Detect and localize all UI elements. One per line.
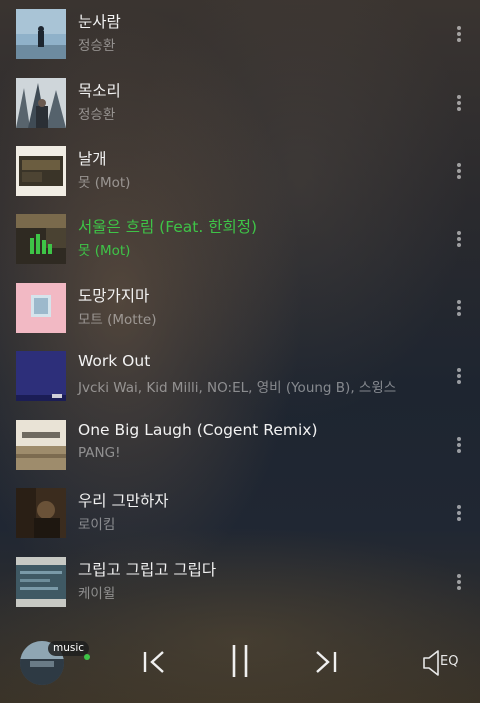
more-vertical-icon[interactable]: [452, 570, 466, 594]
pause-icon[interactable]: [228, 643, 252, 683]
track-title: 도망가지마: [78, 287, 150, 305]
source-badge: music: [48, 641, 90, 656]
track-artist: 모트 (Motte): [78, 312, 157, 328]
track-row[interactable]: 도망가지마 모트 (Motte): [0, 274, 480, 342]
album-art: [16, 78, 66, 128]
track-row[interactable]: 우리 그만하자 로이킴: [0, 479, 480, 547]
album-art: [16, 9, 66, 59]
track-title: 그립고 그립고 그립다: [78, 561, 217, 579]
skip-next-icon[interactable]: [313, 649, 339, 679]
track-title: 목소리: [78, 82, 121, 100]
more-vertical-icon[interactable]: [452, 227, 466, 251]
track-row[interactable]: Work Out Jvcki Wai, Kid Milli, NO:EL, 영비…: [0, 342, 480, 410]
album-art: [16, 214, 66, 264]
more-vertical-icon[interactable]: [452, 22, 466, 46]
track-title: 우리 그만하자: [78, 492, 169, 510]
track-title: One Big Laugh (Cogent Remix): [78, 421, 318, 439]
album-art: [16, 283, 66, 333]
track-row[interactable]: 그립고 그립고 그립다 케이윌: [0, 548, 480, 616]
status-dot: [84, 654, 90, 660]
more-vertical-icon[interactable]: [452, 296, 466, 320]
track-artist: 정승환: [78, 107, 116, 123]
more-vertical-icon[interactable]: [452, 91, 466, 115]
track-artist: 케이윌: [78, 586, 116, 602]
track-title: 서울은 흐림 (Feat. 한희정): [78, 218, 258, 236]
track-row-active[interactable]: 서울은 흐림 (Feat. 한희정) 못 (Mot): [0, 205, 480, 273]
eq-label[interactable]: EQ: [440, 654, 458, 669]
album-art: [16, 146, 66, 196]
track-row[interactable]: 날개 못 (Mot): [0, 137, 480, 205]
track-title: 날개: [78, 150, 107, 168]
track-artist: 로이킴: [78, 517, 116, 533]
more-vertical-icon[interactable]: [452, 433, 466, 457]
skip-previous-icon[interactable]: [141, 649, 167, 679]
track-row[interactable]: One Big Laugh (Cogent Remix) PANG!: [0, 411, 480, 479]
track-artist: 못 (Mot): [78, 175, 131, 191]
track-row[interactable]: 눈사람 정승환: [0, 0, 480, 68]
track-row[interactable]: 목소리 정승환: [0, 69, 480, 137]
speaker-eq-icon[interactable]: [422, 649, 442, 681]
track-title: Work Out: [78, 352, 151, 370]
more-vertical-icon[interactable]: [452, 159, 466, 183]
album-art: [16, 420, 66, 470]
more-vertical-icon[interactable]: [452, 501, 466, 525]
track-artist: PANG!: [78, 445, 121, 461]
player-bar: music EQ: [0, 625, 480, 703]
more-vertical-icon[interactable]: [452, 364, 466, 388]
album-art: [16, 488, 66, 538]
track-artist: 못 (Mot): [78, 243, 131, 259]
album-art: [16, 351, 66, 401]
track-artist: 정승환: [78, 38, 116, 54]
track-title: 눈사람: [78, 13, 121, 31]
album-art: [16, 557, 66, 607]
track-artist: Jvcki Wai, Kid Milli, NO:EL, 영비 (Young B…: [78, 380, 397, 396]
